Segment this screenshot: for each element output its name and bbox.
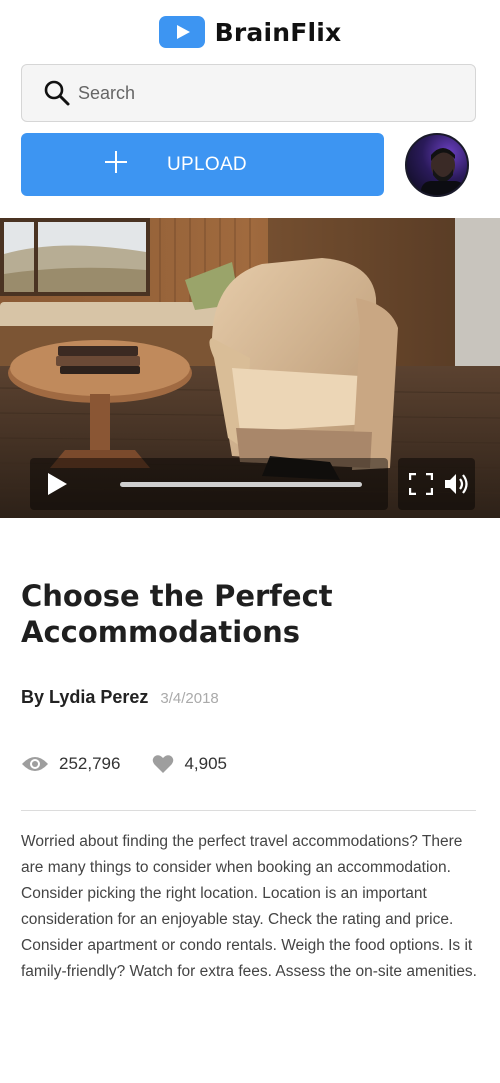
upload-button[interactable]: UPLOAD [21, 133, 384, 196]
likes-stat[interactable]: 4,905 [152, 754, 227, 774]
heart-icon[interactable] [152, 754, 174, 774]
video-byline: By Lydia Perez 3/4/2018 [21, 687, 219, 708]
video-description: Worried about finding the perfect travel… [21, 833, 477, 980]
logo-text: BrainFlix [214, 17, 342, 47]
views-count: 252,796 [59, 754, 121, 773]
likes-count: 4,905 [184, 754, 227, 773]
video-date: 3/4/2018 [160, 690, 219, 707]
eye-icon [22, 757, 48, 771]
search-input[interactable] [78, 82, 438, 104]
search-icon [44, 80, 70, 106]
progress-bar[interactable] [120, 482, 362, 487]
video-controls [30, 458, 475, 510]
divider [21, 810, 476, 811]
views-stat: 252,796 [21, 754, 120, 774]
app-header: BrainFlix [0, 0, 500, 66]
video-stats: 252,796 4,905 [21, 754, 227, 774]
fullscreen-icon[interactable] [409, 473, 433, 495]
search-bar[interactable] [21, 64, 476, 122]
avatar-portrait [421, 148, 465, 195]
video-player[interactable] [0, 218, 500, 518]
video-title: Choose the Perfect Accommodations [21, 579, 333, 649]
brainflix-logo[interactable]: BrainFlix [158, 16, 342, 48]
user-avatar[interactable] [405, 133, 469, 197]
volume-icon[interactable] [444, 472, 470, 496]
play-icon[interactable] [46, 472, 68, 496]
video-author: By Lydia Perez [21, 687, 149, 707]
plus-icon [105, 151, 127, 173]
play-logo-icon [158, 16, 205, 48]
upload-label: UPLOAD [167, 154, 247, 175]
